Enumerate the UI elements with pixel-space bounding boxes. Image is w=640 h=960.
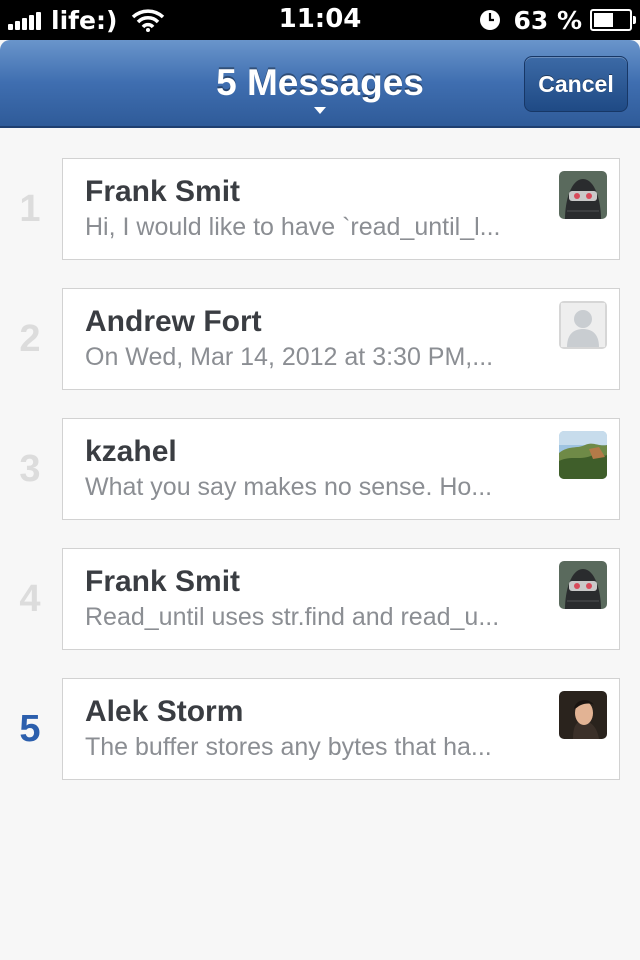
message-index: 5: [19, 708, 41, 750]
message-preview: On Wed, Mar 14, 2012 at 3:30 PM,...: [85, 343, 494, 371]
message-sender: Frank Smit: [85, 565, 241, 598]
message-preview: The buffer stores any bytes that ha...: [85, 733, 492, 761]
message-index: 4: [19, 578, 41, 620]
message-row[interactable]: 1 Frank Smit Hi, I would like to have `rea…: [0, 158, 640, 262]
message-card[interactable]: Andrew Fort On Wed, Mar 14, 2012 at 3:30 …: [62, 288, 620, 390]
status-bar: life:) 11:04 63 %: [0, 0, 640, 40]
message-row[interactable]: 2 Andrew Fort On Wed, Mar 14, 2012 at 3:30…: [0, 288, 640, 392]
battery-percentage: 63 %: [513, 5, 582, 35]
default-person-avatar-icon: [559, 301, 607, 349]
navigation-bar: 5 Messages Cancel: [0, 40, 640, 128]
message-sender: kzahel: [85, 435, 177, 468]
battery-icon: [590, 9, 636, 31]
message-preview: Hi, I would like to have `read_until_l..…: [85, 213, 501, 241]
message-card[interactable]: Frank Smit Read_until uses str.find and r…: [62, 548, 620, 650]
message-sender: Andrew Fort: [85, 305, 262, 338]
message-index: 1: [19, 188, 41, 230]
battery-level-fill: [594, 13, 613, 27]
message-preview: What you say makes no sense. Ho...: [85, 473, 493, 501]
message-sender: Frank Smit: [85, 175, 241, 208]
landscape-avatar-icon: [559, 431, 607, 479]
cancel-button[interactable]: Cancel: [524, 56, 628, 112]
message-index: 2: [19, 318, 41, 360]
message-card[interactable]: Alek Storm The buffer stores any bytes th…: [62, 678, 620, 780]
photo-avatar-icon: [559, 691, 607, 739]
message-preview: Read_until uses str.find and read_u...: [85, 603, 500, 631]
message-sender: Alek Storm: [85, 695, 244, 728]
message-index: 3: [19, 448, 41, 490]
message-row[interactable]: 3 kzahel What you say makes no sense. Ho..…: [0, 418, 640, 522]
ninja-avatar-icon: [559, 171, 607, 219]
message-row[interactable]: 4 Frank Smit Read_until uses str.find and …: [0, 548, 640, 652]
message-row[interactable]: 5 Alek Storm The buffer stores any bytes t…: [0, 678, 640, 782]
chevron-down-icon: [314, 107, 326, 114]
ninja-avatar-icon: [559, 561, 607, 609]
message-card[interactable]: Frank Smit Hi, I would like to have `read…: [62, 158, 620, 260]
alarm-clock-icon: [480, 10, 501, 30]
message-card[interactable]: kzahel What you say makes no sense. Ho...: [62, 418, 620, 520]
